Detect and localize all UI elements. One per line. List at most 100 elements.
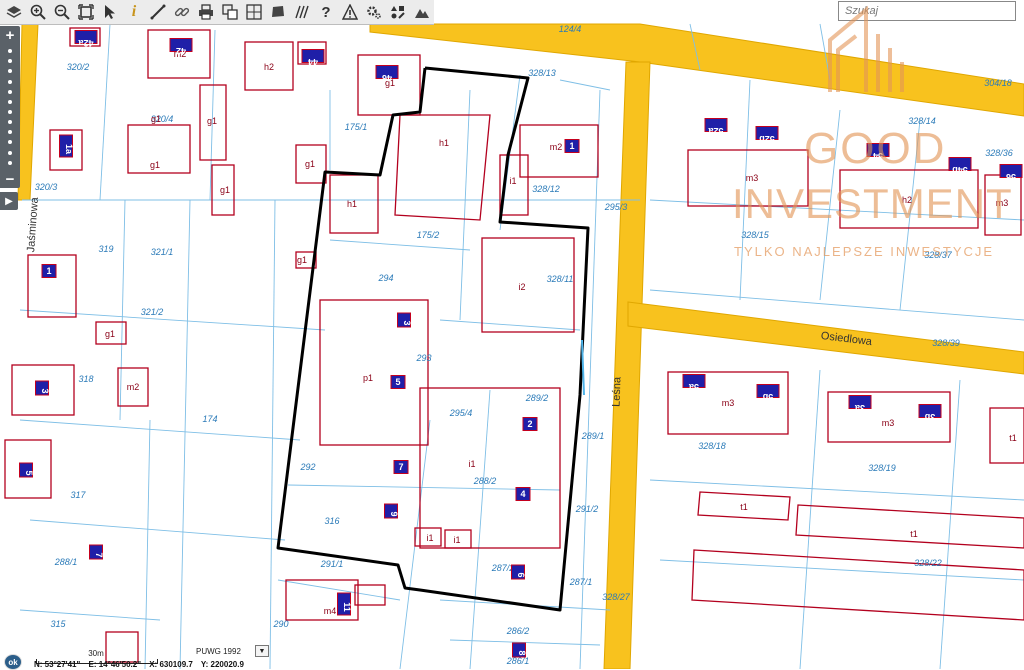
parcel-label: 321/1 [151,247,174,257]
address-number: 2 [527,419,532,429]
building-label: t1 [910,529,918,539]
address-number: 3b [924,412,935,422]
address-number: 42a [78,38,94,48]
parcel-label: 174 [202,414,217,424]
address-number: 1a [64,144,74,155]
building-label: m3 [746,173,759,183]
parcel-label: 304/18 [984,78,1012,88]
parcel-label: 328/19 [868,463,896,473]
coord-e: E: 14°46'50.2" [88,660,141,669]
hatch-icon[interactable] [291,1,313,23]
address-number: 11 [342,602,352,612]
coordinates-readout: N: 53°27'41" E: 14°46'50.2" X: 630109.7 … [34,660,250,669]
parcel-label: 289/1 [581,431,605,441]
parcel-label: 328/13 [528,68,556,78]
panel-toggle-icon[interactable]: ▶ [0,192,18,210]
building-label: m4 [324,606,337,616]
parcel-label: 288/1 [54,557,78,567]
address-number: 7 [94,552,104,557]
building-label: m3 [722,398,735,408]
parcel-label: 287/2 [491,563,515,573]
coord-x: X: 630109.7 [149,660,193,669]
address-number: 52a [708,126,724,136]
parcel-label: 328/39 [932,338,960,348]
building-label: g1 [151,114,161,124]
parcel-label: 291/1 [320,559,344,569]
parcel-label: 328/12 [532,184,560,194]
address-number: 8 [517,650,527,655]
copy-icon[interactable] [219,1,241,23]
building-label: h2 [264,62,274,72]
parcel-label: 319 [98,244,113,254]
parcel-label: 318 [78,374,93,384]
address-number: 46 [382,73,392,83]
parcel-label: 316 [324,516,339,526]
parcel-label: 290 [272,619,288,629]
building-label: i1 [453,535,460,545]
zoom-plus-button[interactable]: + [6,28,15,44]
search-input[interactable] [838,1,1016,21]
address-number: 3a [854,403,865,413]
building-label: h1 [347,199,357,209]
address-number: 5b [762,392,773,402]
print-icon[interactable] [195,1,217,23]
address-number: 54b [952,165,968,175]
building-label: m3 [996,198,1009,208]
parcel-label: 295/3 [604,202,628,212]
info-icon[interactable]: i [123,1,145,23]
ok-button[interactable]: ok [4,654,22,670]
address-number: 3 [402,320,412,325]
address-number: 42 [176,46,186,56]
measure-line-icon[interactable] [147,1,169,23]
building-label: h1 [439,138,449,148]
building-label: i2 [518,282,525,292]
address-number: 1 [46,266,51,276]
building-label: g1 [207,116,217,126]
shape-icon[interactable] [267,1,289,23]
warning-icon[interactable] [339,1,361,23]
full-extent-icon[interactable] [75,1,97,23]
parcel-label: 328/15 [741,230,770,240]
parcel-label: 288/2 [473,476,497,486]
toolbar: i ? [0,0,434,25]
address-number: 5a [688,382,699,392]
zoom-slider[interactable]: + − [0,26,20,188]
parcel-label: 328/14 [908,116,936,126]
parcel-label: 175/2 [417,230,440,240]
building-label: h2 [902,195,912,205]
cadastral-map[interactable]: 320/2320/3320/4124/4328/13175/1328/12175… [0,0,1024,669]
pointer-icon[interactable] [99,1,121,23]
help-icon[interactable]: ? [315,1,337,23]
grid-icon[interactable] [243,1,265,23]
zoom-in-icon[interactable] [27,1,49,23]
building-label: g1 [305,159,315,169]
building-label: i1 [468,459,475,469]
parcel-label: 328/36 [985,148,1013,158]
parcel-label: 295/4 [449,408,473,418]
building-label: g1 [297,255,307,265]
building-label: i1 [509,176,516,186]
parcel-label: 328/22 [914,558,942,568]
link-icon[interactable] [171,1,193,23]
building-label: g1 [220,185,230,195]
terrain-icon[interactable] [411,1,433,23]
address-number: 7 [398,462,403,472]
address-number: 5 [24,470,34,475]
zoom-out-icon[interactable] [51,1,73,23]
zoom-minus-button[interactable]: − [6,172,15,188]
parcel-label: 286/2 [506,626,530,636]
address-number: 56 [1006,172,1016,182]
parcel-label: 315 [50,619,66,629]
settings-icon[interactable] [363,1,385,23]
parcel-label: 328/11 [547,274,574,284]
coord-n: N: 53°27'41" [34,660,81,669]
address-number: 1 [569,141,574,151]
address-number: 52b [759,134,775,144]
shapes-icon[interactable] [387,1,409,23]
building-label: m2 [127,382,140,392]
parcel-label: 124/4 [559,24,582,34]
zoom-levels[interactable] [8,44,12,170]
layers-icon[interactable] [3,1,25,23]
projection-dropdown-icon[interactable]: ▼ [254,645,269,657]
parcel-label: 287/1 [569,577,593,587]
